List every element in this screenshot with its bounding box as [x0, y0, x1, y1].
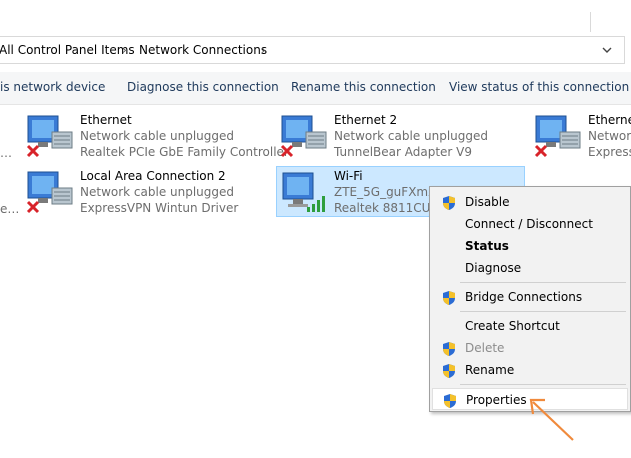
breadcrumb-network-connections[interactable]: Network Connections: [139, 43, 267, 57]
menu-item-status[interactable]: Status: [432, 235, 628, 257]
menu-item-label: Status: [465, 239, 509, 253]
menu-item-label: Properties: [466, 393, 527, 407]
menu-item-label: Bridge Connections: [465, 290, 583, 304]
rename-connection-button[interactable]: Rename this connection: [291, 80, 436, 94]
connection-ethernet-2[interactable]: Ethernet 2 Network cable unplugged Tunne…: [278, 112, 518, 162]
connection-name: Wi-Fi: [334, 169, 363, 183]
menu-item-create-shortcut[interactable]: Create Shortcut: [432, 315, 628, 337]
connection-status: Network: [588, 129, 631, 143]
menu-item-label: Delete: [465, 341, 505, 355]
menu-item-diagnose[interactable]: Diagnose: [432, 257, 628, 279]
window-titlebar: [0, 0, 631, 34]
menu-item-label: Connect / Disconnect: [465, 217, 593, 231]
connection-status: Network cable unplugged: [80, 129, 235, 143]
red-x-icon: [26, 144, 40, 158]
truncated-item-text: e…: [0, 202, 20, 216]
diagnose-connection-button[interactable]: Diagnose this connection: [127, 80, 279, 94]
connection-device: TunnelBear Adapter V9: [334, 145, 473, 159]
connection-device: ExpressV: [588, 145, 631, 159]
chevron-down-icon[interactable]: [596, 41, 618, 59]
connection-status: Network cable unplugged: [80, 185, 235, 199]
menu-item-bridge-connections[interactable]: Bridge Connections: [432, 286, 628, 308]
connection-status: Network cable unplugged: [334, 129, 489, 143]
menu-item-rename[interactable]: Rename: [432, 359, 628, 381]
menu-item-connect-disconnect[interactable]: Connect / Disconnect: [432, 213, 628, 235]
connection-ethernet[interactable]: Ethernet Network cable unplugged Realtek…: [24, 112, 289, 162]
address-bar[interactable]: All Control Panel Items › Network Connec…: [0, 36, 625, 64]
connection-name: Ethernet 2: [334, 113, 398, 127]
menu-item-label: Diagnose: [465, 261, 522, 275]
view-status-button[interactable]: View status of this connection: [449, 80, 629, 94]
red-x-icon: [26, 200, 40, 214]
menu-separator: [460, 311, 626, 312]
connection-name: Local Area Connection 2: [80, 169, 226, 183]
annotation-arrow-icon: [529, 398, 574, 441]
truncated-item-text: …: [0, 146, 12, 160]
context-menu: Disable Connect / Disconnect Status Diag…: [429, 186, 631, 412]
red-x-icon: [280, 144, 294, 158]
menu-separator: [460, 384, 626, 385]
uac-shield-icon: [444, 394, 456, 408]
connection-ethernet-3[interactable]: Etherne Network ExpressV: [532, 112, 631, 162]
window-control[interactable]: [590, 12, 623, 32]
breadcrumb-chevron-icon[interactable]: ›: [122, 43, 127, 57]
uac-shield-icon: [443, 342, 455, 356]
connection-name: Etherne: [588, 113, 631, 127]
connection-device: ExpressVPN Wintun Driver: [80, 201, 239, 215]
menu-separator: [460, 282, 626, 283]
breadcrumb-chevron-icon[interactable]: ›: [261, 43, 266, 57]
red-x-icon: [534, 144, 548, 158]
menu-item-label: Disable: [465, 195, 510, 209]
wifi-signal-icon: [307, 196, 325, 212]
uac-shield-icon: [443, 364, 455, 378]
menu-item-delete[interactable]: Delete: [432, 337, 628, 359]
menu-item-label: Rename: [465, 363, 515, 377]
command-bar: is network device Diagnose this connecti…: [0, 72, 631, 105]
connection-local-area-2[interactable]: Local Area Connection 2 Network cable un…: [24, 168, 274, 218]
disable-device-button[interactable]: is network device: [0, 80, 105, 94]
breadcrumb-all-control-panel-items[interactable]: All Control Panel Items: [0, 43, 135, 57]
uac-shield-icon: [443, 196, 455, 210]
connection-device: Realtek PCIe GbE Family Controller: [80, 145, 289, 159]
uac-shield-icon: [443, 291, 455, 305]
connection-name: Ethernet: [80, 113, 132, 127]
menu-item-disable[interactable]: Disable: [432, 191, 628, 213]
menu-item-label: Create Shortcut: [465, 319, 560, 333]
